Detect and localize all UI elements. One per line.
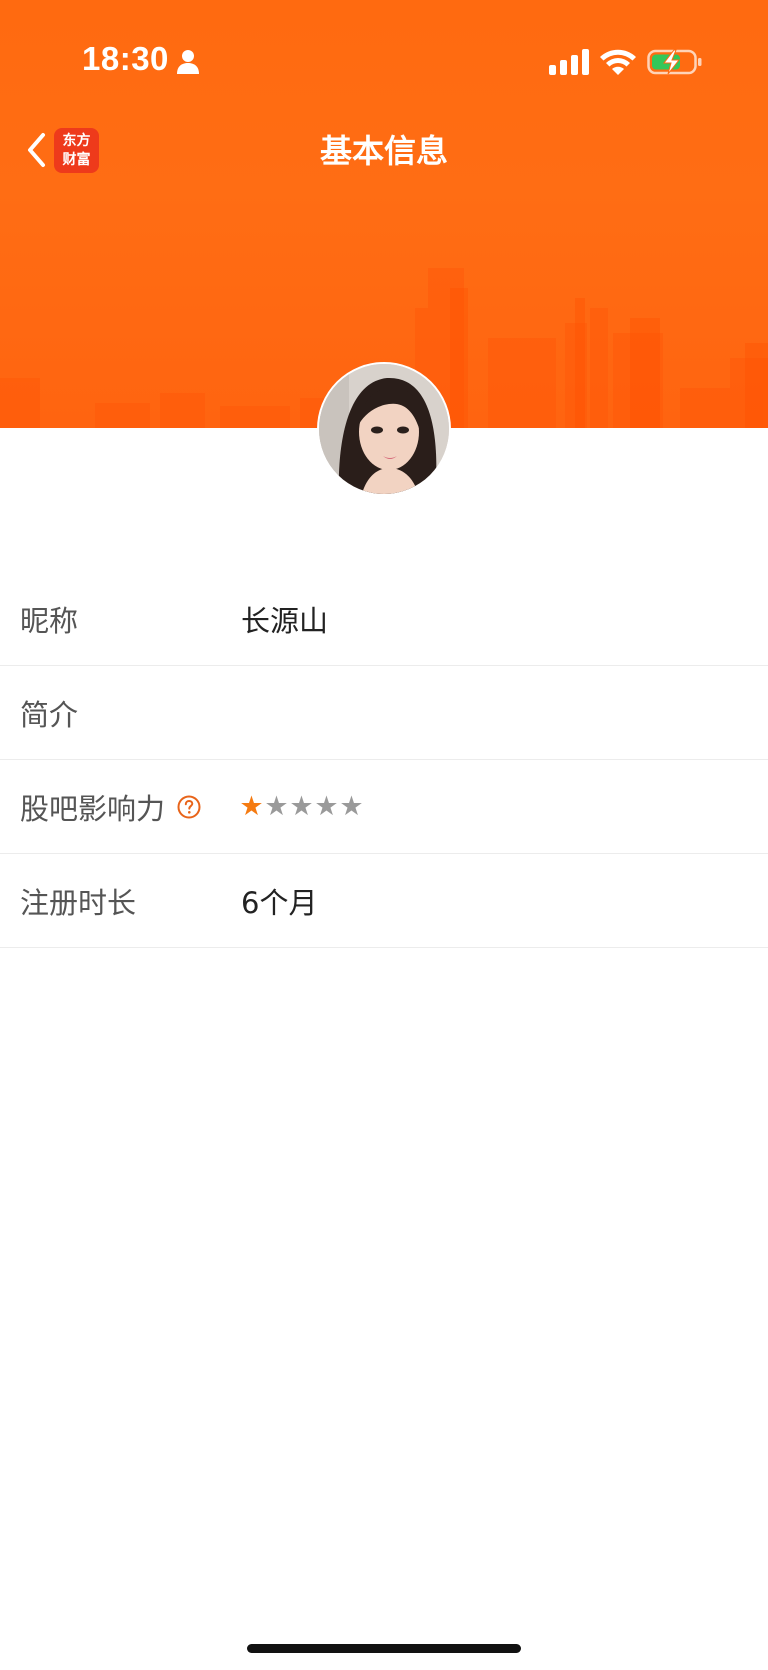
home-indicator[interactable] <box>247 1644 521 1653</box>
bio-label: 简介 <box>20 697 79 732</box>
star-filled-icon: ★ <box>239 790 264 822</box>
person-icon <box>177 50 199 74</box>
question-circle-icon[interactable] <box>177 795 201 819</box>
registration-duration-value: 6个月 <box>241 885 318 920</box>
nickname-label: 昵称 <box>20 603 79 638</box>
star-empty-icon: ★ <box>264 790 289 822</box>
cellular-signal-icon <box>549 49 589 75</box>
nickname-value: 长源山 <box>241 603 329 638</box>
page-title: 基本信息 <box>319 132 448 170</box>
bio-row[interactable]: 简介 <box>0 666 768 760</box>
profile-info-list: 昵称 长源山 简介 股吧影响力 ★ ★ ★ ★ ★ 注册时长 6个月 <box>0 572 768 948</box>
star-empty-icon: ★ <box>289 790 314 822</box>
battery-charging-icon <box>647 49 702 75</box>
influence-star-rating: ★ ★ ★ ★ ★ <box>239 790 364 822</box>
basic-info-screen: 18:30 东方 财富 基本信息 昵称 长源山 简介 股吧影响力 ★ ★ ★ ★… <box>0 0 768 1670</box>
registration-duration-label: 注册时长 <box>20 885 137 920</box>
avatar[interactable] <box>317 362 451 496</box>
avatar-portrait-image <box>319 364 449 494</box>
influence-label: 股吧影响力 <box>20 791 166 826</box>
status-time: 18:30 <box>82 40 169 77</box>
influence-label-group: 股吧影响力 <box>20 786 201 828</box>
status-bar: 18:30 <box>0 0 768 110</box>
star-empty-icon: ★ <box>339 790 364 822</box>
wifi-icon <box>600 49 636 75</box>
nickname-row: 昵称 长源山 <box>0 572 768 666</box>
star-empty-icon: ★ <box>314 790 339 822</box>
registration-duration-row: 注册时长 6个月 <box>0 854 768 948</box>
influence-row: 股吧影响力 ★ ★ ★ ★ ★ <box>0 760 768 854</box>
